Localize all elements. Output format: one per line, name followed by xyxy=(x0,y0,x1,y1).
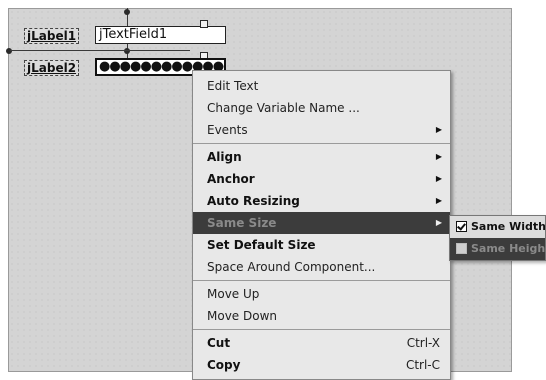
jlabel1[interactable]: jLabel1 xyxy=(24,28,80,44)
menu-item-label: Move Down xyxy=(207,309,277,323)
menu-item-label: Align xyxy=(207,150,242,164)
menu-item-space-around-component[interactable]: Space Around Component... xyxy=(193,256,450,278)
resize-handle-icon[interactable] xyxy=(200,20,208,28)
submenu-arrow-icon: ▶ xyxy=(435,152,442,161)
submenu-item-label: Same Width xyxy=(471,220,546,233)
jtextfield1[interactable]: jTextField1 xyxy=(95,26,226,44)
menu-separator xyxy=(193,143,450,144)
submenu-arrow-icon: ▶ xyxy=(435,174,442,183)
submenu-arrow-icon: ▶ xyxy=(435,196,442,205)
menu-item-label: Space Around Component... xyxy=(207,260,376,274)
menu-item-copy[interactable]: Copy Ctrl-C xyxy=(193,354,450,376)
menu-item-cut[interactable]: Cut Ctrl-X xyxy=(193,332,450,354)
submenu-item-same-height[interactable]: Same Height xyxy=(450,238,545,260)
menu-separator xyxy=(193,280,450,281)
submenu-arrow-icon: ▶ xyxy=(435,218,442,227)
menu-item-change-variable-name[interactable]: Change Variable Name ... xyxy=(193,97,450,119)
menu-item-label: Auto Resizing xyxy=(207,194,300,208)
menu-item-align[interactable]: Align ▶ xyxy=(193,146,450,168)
menu-item-anchor[interactable]: Anchor ▶ xyxy=(193,168,450,190)
menu-item-auto-resizing[interactable]: Auto Resizing ▶ xyxy=(193,190,450,212)
menu-item-move-up[interactable]: Move Up xyxy=(193,283,450,305)
menu-item-move-down[interactable]: Move Down xyxy=(193,305,450,327)
menu-item-events[interactable]: Events ▶ xyxy=(193,119,450,141)
menu-item-label: Cut xyxy=(207,336,231,350)
submenu-arrow-icon: ▶ xyxy=(435,125,442,134)
submenu-item-same-width[interactable]: Same Width xyxy=(450,216,545,238)
same-size-submenu: Same Width Same Height xyxy=(449,215,546,261)
menu-item-edit-text[interactable]: Edit Text xyxy=(193,75,450,97)
anchor-center-icon xyxy=(124,48,130,54)
checkbox-checked-icon[interactable] xyxy=(456,220,467,232)
menu-item-same-size[interactable]: Same Size ▶ xyxy=(193,212,450,234)
alignment-guide-horizontal xyxy=(10,50,190,51)
menu-item-shortcut: Ctrl-X xyxy=(406,336,440,350)
menu-item-label: Move Up xyxy=(207,287,260,301)
menu-item-label: Anchor xyxy=(207,172,255,186)
menu-item-set-default-size[interactable]: Set Default Size xyxy=(193,234,450,256)
submenu-item-label: Same Height xyxy=(471,242,546,255)
menu-item-label: Same Size xyxy=(207,216,277,230)
menu-item-label: Change Variable Name ... xyxy=(207,101,360,115)
anchor-top-icon xyxy=(124,9,130,15)
menu-item-shortcut: Ctrl-C xyxy=(405,358,440,372)
jlabel2[interactable]: jLabel2 xyxy=(24,60,80,76)
context-menu: Edit Text Change Variable Name ... Event… xyxy=(192,70,451,380)
menu-item-label: Edit Text xyxy=(207,79,259,93)
menu-separator xyxy=(193,329,450,330)
anchor-left-icon xyxy=(6,48,12,54)
menu-item-label: Copy xyxy=(207,358,241,372)
checkbox-unchecked-icon[interactable] xyxy=(456,242,467,254)
menu-item-label: Events xyxy=(207,123,248,137)
menu-item-label: Set Default Size xyxy=(207,238,316,252)
